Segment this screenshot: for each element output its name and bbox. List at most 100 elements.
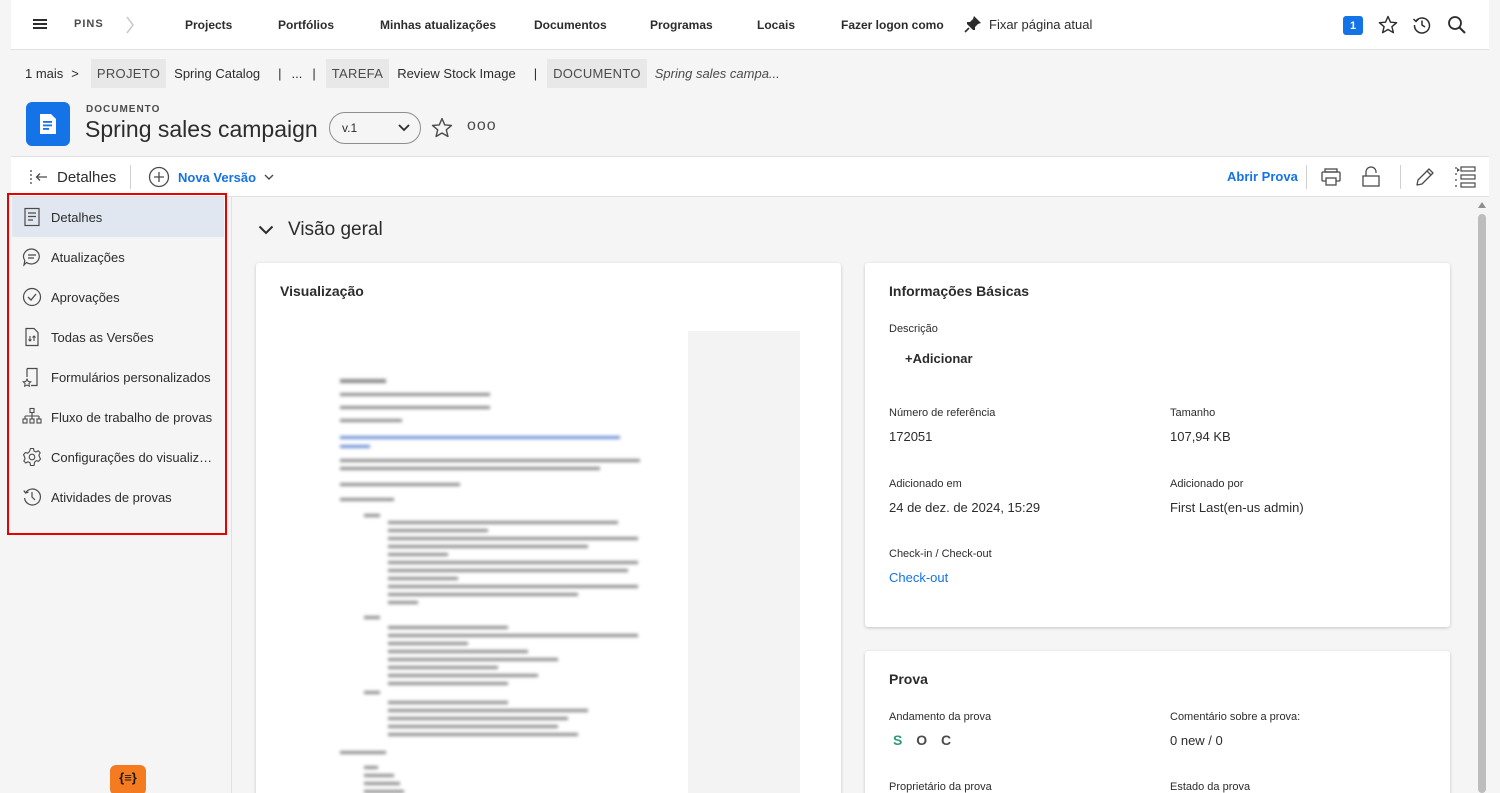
new-version-label: Nova Versão: [178, 169, 257, 185]
breadcrumb-project-tag: PROJETO: [90, 59, 167, 88]
added-on-label: Adicionado em: [889, 478, 962, 490]
top-navigation-bar: PINS Projects Portfólios Minhas atualiza…: [11, 0, 1489, 50]
added-by-label: Adicionado por: [1170, 478, 1244, 490]
breadcrumb-more-separator: >: [71, 66, 79, 81]
toolbar-divider: [130, 165, 131, 189]
nav-link-portfolios[interactable]: Portfólios: [278, 18, 334, 32]
list-view-icon[interactable]: [1453, 166, 1477, 188]
added-by-value: First Last(en-us admin): [1170, 500, 1304, 515]
lock-icon[interactable]: [1361, 166, 1381, 188]
breadcrumb: 1 mais > PROJETO Spring Catalog | ... | …: [25, 59, 780, 88]
proof-comment-value: 0 new / 0: [1170, 733, 1223, 748]
details-header-label: Detalhes: [57, 169, 117, 186]
sidebar-item-approvals[interactable]: Aprovações: [12, 277, 224, 317]
sidebar-item-viewer-settings[interactable]: Configurações do visualizad...: [12, 437, 224, 477]
preview-card: Visualização: [256, 263, 841, 793]
pins-label[interactable]: PINS: [74, 18, 104, 30]
collapse-panel-icon[interactable]: [29, 167, 49, 187]
sidebar-item-all-versions[interactable]: Todas as Versões: [12, 317, 224, 357]
checkout-link[interactable]: Check-out: [889, 570, 948, 585]
breadcrumb-task-tag: TAREFA: [325, 59, 390, 88]
chevron-down-icon: [264, 174, 274, 181]
sidebar-item-details[interactable]: Detalhes: [12, 197, 224, 237]
document-type-icon: [26, 102, 70, 146]
sidebar-item-label: Configurações do visualizad...: [51, 449, 219, 465]
favorite-star-icon[interactable]: [431, 117, 453, 139]
version-select[interactable]: v.1: [329, 112, 421, 144]
custom-form-icon: [22, 367, 42, 387]
proof-state-label: Estado da prova: [1170, 781, 1251, 793]
reference-number-value: 172051: [889, 429, 933, 444]
nav-link-login-as[interactable]: Fazer logon como: [841, 18, 944, 32]
proof-status-letter: O: [916, 732, 933, 748]
checkin-checkout-label: Check-in / Check-out: [889, 548, 992, 560]
scroll-up-arrow-icon[interactable]: [1478, 202, 1486, 208]
breadcrumb-more-link[interactable]: 1 mais: [25, 66, 63, 81]
sidebar-item-updates[interactable]: Atualizações: [12, 237, 224, 277]
more-options-icon[interactable]: ooo: [467, 117, 497, 135]
document-details-icon: [22, 207, 42, 227]
pin-current-page-button[interactable]: Fixar página atual: [964, 15, 1092, 33]
proof-progress-label: Andamento da prova: [889, 711, 992, 723]
search-icon[interactable]: [1447, 15, 1467, 35]
proof-card-title: Prova: [889, 671, 928, 687]
toolbar: Detalhes Nova Versão Abrir Prova: [11, 156, 1489, 197]
basic-info-card: Informações Básicas Descrição +Adicionar…: [865, 263, 1450, 627]
star-favorites-icon[interactable]: [1378, 15, 1398, 35]
sidebar-item-label: Atividades de provas: [51, 489, 172, 505]
sidebar-item-label: Formulários personalizados: [51, 369, 211, 385]
breadcrumb-project-link[interactable]: Spring Catalog: [174, 66, 260, 81]
sidebar-item-proof-workflow[interactable]: Fluxo de trabalho de provas: [12, 397, 224, 437]
scrollbar-thumb[interactable]: [1478, 214, 1486, 793]
object-type-label: DOCUMENTO: [86, 104, 161, 115]
breadcrumb-separator: |: [312, 66, 316, 81]
proof-card: Prova Andamento da prova Comentário sobr…: [865, 651, 1450, 793]
proof-status-letter: C: [941, 732, 957, 748]
sidebar-nav-list: Detalhes Atualizações Aprovações Todas a…: [12, 197, 224, 517]
reference-number-label: Número de referência: [889, 407, 996, 419]
hamburger-menu-icon[interactable]: [33, 17, 47, 31]
proof-tool-icon[interactable]: [1320, 166, 1342, 188]
toolbar-divider: [1400, 165, 1401, 189]
breadcrumb-ellipsis[interactable]: ...: [292, 66, 303, 81]
pushpin-icon: [964, 15, 982, 33]
sidebar-item-custom-forms[interactable]: Formulários personalizados: [12, 357, 224, 397]
main-scrollbar[interactable]: [1477, 200, 1487, 793]
document-preview-thumbnail[interactable]: [322, 331, 802, 793]
chevron-down-icon: [258, 225, 274, 235]
added-on-value: 24 de dez. de 2024, 15:29: [889, 500, 1041, 515]
breadcrumb-task-link[interactable]: Review Stock Image: [397, 66, 516, 81]
sidebar-item-label: Fluxo de trabalho de provas: [51, 409, 213, 425]
sidebar-item-label: Detalhes: [51, 209, 103, 225]
preview-card-title: Visualização: [280, 283, 364, 299]
nav-link-my-updates[interactable]: Minhas atualizações: [380, 18, 496, 32]
size-value: 107,94 KB: [1170, 429, 1231, 444]
recent-history-icon[interactable]: [1412, 15, 1432, 35]
nav-link-locations[interactable]: Locais: [757, 18, 795, 32]
gear-icon: [22, 447, 42, 467]
nav-link-projects[interactable]: Projects: [185, 18, 232, 32]
toolbar-divider: [1306, 165, 1307, 189]
description-label: Descrição: [889, 323, 938, 335]
history-clock-icon: [22, 487, 42, 507]
sidebar-item-proof-activities[interactable]: Atividades de provas: [12, 477, 224, 517]
size-label: Tamanho: [1170, 407, 1216, 419]
open-proof-button[interactable]: Abrir Prova: [1227, 169, 1298, 184]
nav-link-documents[interactable]: Documentos: [534, 18, 607, 32]
sidebar-item-label: Aprovações: [51, 289, 120, 305]
notification-badge[interactable]: 1: [1343, 16, 1363, 35]
breadcrumb-document-current: Spring sales campa...: [654, 66, 780, 81]
blurred-document-text: [340, 379, 640, 793]
overview-section-header[interactable]: Visão geral: [258, 219, 383, 241]
new-version-button[interactable]: Nova Versão: [148, 166, 274, 188]
edit-pencil-icon[interactable]: [1414, 166, 1436, 188]
comment-bubble-icon: [22, 247, 42, 267]
version-value: v.1: [342, 121, 358, 135]
nav-link-programs[interactable]: Programas: [650, 18, 713, 32]
sidebar-item-label: Todas as Versões: [51, 329, 154, 345]
workflow-tree-icon: [22, 407, 42, 427]
add-description-button[interactable]: +Adicionar: [905, 351, 973, 366]
breadcrumb-separator: |: [533, 66, 538, 81]
app-logo[interactable]: {≡}: [110, 765, 146, 793]
page-title: Spring sales campaign: [85, 116, 318, 142]
